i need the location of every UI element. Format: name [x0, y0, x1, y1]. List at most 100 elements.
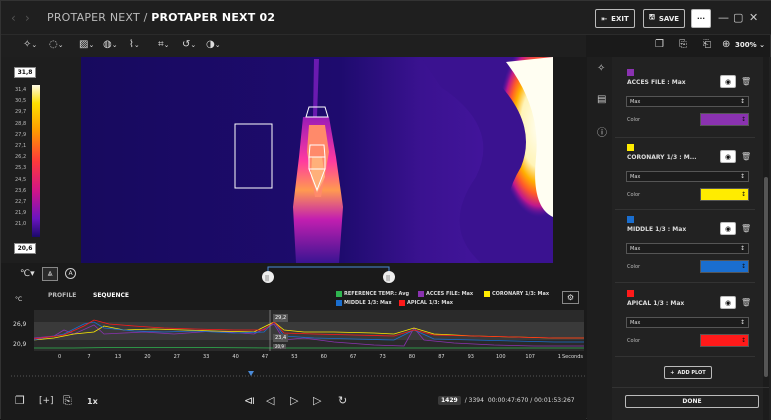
lasso-icon[interactable]: ◌⌄	[49, 39, 64, 50]
roi-name: MIDDLE 1/3 : Max	[627, 226, 687, 233]
scale-tick-label: 24,5	[15, 176, 27, 183]
trash-icon[interactable]: 🗑	[741, 152, 751, 161]
scale-tick-label: 22,7	[15, 199, 27, 205]
trash-icon[interactable]: 🗑	[741, 298, 751, 307]
copy-icon[interactable]: ❐	[655, 39, 664, 50]
trash-icon[interactable]: 🗑	[741, 77, 751, 86]
done-button[interactable]: DONE	[625, 395, 759, 408]
gear-icon[interactable]: ⚙	[562, 291, 579, 304]
step-forward-icon[interactable]: ▷	[313, 394, 321, 407]
add-plot-label: ADD PLOT	[677, 369, 706, 376]
info-icon[interactable]: ⓘ	[597, 124, 607, 139]
crop-icon[interactable]: ⌗⌄	[158, 39, 170, 50]
roi-name: CORONARY 1/3 : M...	[627, 154, 697, 161]
zoom-icon[interactable]: ⊕	[722, 39, 730, 50]
export-icon[interactable]: ⎘	[679, 39, 687, 50]
divider	[615, 356, 755, 357]
select-arrows-icon: ↕	[739, 173, 745, 180]
sequence-plot[interactable]: 29,2 23,4 20,9	[33, 310, 584, 351]
roi-mode-select[interactable]: Max ↕	[626, 171, 749, 182]
time-range-selector[interactable]: || ||	[261, 265, 396, 289]
temperature-scale-panel	[1, 57, 81, 263]
scale-tick-label: 30,5	[15, 98, 27, 105]
rotate-icon[interactable]: ↺⌄	[182, 39, 196, 50]
chevron-right-icon[interactable]: ›	[25, 11, 30, 25]
playback-speed[interactable]: 1x	[87, 397, 98, 406]
scale-max-value[interactable]: 31,8	[14, 67, 36, 78]
tab-profile[interactable]: PROFILE	[48, 292, 76, 299]
x-axis-tick-label: 80	[408, 354, 416, 360]
x-axis-tick-label: 67	[350, 354, 357, 360]
close-icon[interactable]: ✕	[749, 11, 758, 24]
crosshair-icon[interactable]: ✧	[597, 63, 605, 74]
x-axis-tick-label: 0	[58, 354, 62, 360]
divider	[615, 137, 755, 138]
roi-color-picker[interactable]: ↕	[700, 113, 749, 126]
seek-bar[interactable]	[11, 371, 587, 378]
step-back-icon[interactable]: ◁	[266, 394, 274, 407]
scale-tick-label: 21,0	[15, 221, 27, 228]
panel-icon[interactable]: ▤	[597, 94, 606, 105]
zoom-level[interactable]: 300% ⌄	[735, 41, 765, 49]
temperature-mode-icon[interactable]: ℃▾	[20, 269, 35, 279]
maximize-icon[interactable]: ▢	[733, 11, 743, 24]
eye-icon[interactable]: ◉	[720, 296, 736, 309]
roi-color-swatch	[627, 69, 634, 76]
layers-icon[interactable]: ❐	[15, 394, 25, 407]
roi-color-picker[interactable]: ↕	[700, 334, 749, 347]
chevron-left-icon[interactable]: ‹	[11, 11, 16, 25]
scale-min-value[interactable]: 20,6	[14, 243, 36, 254]
measure-icon[interactable]: ⌇⌄	[129, 39, 140, 50]
scale-tick-label: 27,1	[15, 143, 27, 149]
thermal-image[interactable]	[81, 57, 553, 263]
trash-icon[interactable]: 🗑	[741, 224, 751, 233]
play-icon[interactable]: ▷	[290, 394, 298, 407]
eye-icon[interactable]: ◉	[720, 222, 736, 235]
image-adjust-icon[interactable]: ▨⌄	[79, 39, 94, 50]
copy-frame-icon[interactable]: ⎘	[63, 394, 72, 408]
roi-mode-select[interactable]: Max ↕	[626, 96, 749, 107]
eye-icon[interactable]: ◉	[720, 150, 736, 163]
x-axis-tick-label: 27	[173, 354, 180, 360]
x-axis-tick-label: 20	[144, 354, 151, 360]
scale-tick-label: 25,3	[15, 165, 27, 172]
roi-color-label: Color	[627, 117, 641, 123]
skip-start-icon[interactable]: ⧏	[244, 394, 255, 407]
tab-sequence[interactable]: SEQUENCE	[93, 292, 129, 299]
x-axis-tick-label: 53	[291, 354, 298, 360]
roi-mode-select[interactable]: Max ↕	[626, 243, 749, 254]
crosshair-icon[interactable]: ✧⌄	[23, 39, 37, 50]
roi-mode-select[interactable]: Max ↕	[626, 317, 749, 328]
line-chart-icon[interactable]: ⩓	[42, 267, 58, 281]
exit-button[interactable]: ⇤ EXIT	[595, 9, 635, 28]
roi-color-picker[interactable]: ↕	[700, 188, 749, 201]
palette-icon[interactable]: ◍⌄	[103, 39, 118, 50]
select-arrows-icon: ↕	[740, 263, 746, 270]
x-axis-tick-label: 73	[379, 354, 386, 360]
loop-icon[interactable]: ↻	[338, 394, 347, 407]
panel-scrollbar[interactable]	[763, 57, 769, 420]
seek-handle[interactable]	[248, 371, 254, 376]
add-plot-button[interactable]: + ADD PLOT	[664, 366, 712, 379]
minimize-icon[interactable]: —	[718, 11, 729, 24]
scale-tick-label: 31,4	[15, 87, 27, 93]
breadcrumb-parent[interactable]: PROTAPER NEXT	[47, 11, 140, 24]
circle-half-icon[interactable]: ◑⌄	[206, 39, 221, 50]
eye-icon[interactable]: ◉	[720, 75, 736, 88]
legend-item-coronary: CORONARY 1/3: Max	[484, 291, 549, 297]
x-axis-tick-label: 87	[438, 354, 445, 360]
save-button[interactable]: 🖫 SAVE	[643, 9, 685, 28]
current-frame[interactable]: 1429	[438, 396, 461, 405]
legend-swatch	[336, 291, 342, 297]
breadcrumb: PROTAPER NEXT / PROTAPER NEXT 02	[47, 11, 275, 24]
scale-tick-label: 27,9	[15, 131, 27, 138]
document-icon[interactable]: ⎗	[703, 39, 711, 50]
auto-scale-icon[interactable]: A	[65, 268, 76, 279]
frame-counter: 1429 / 3394 00:00:47:670 / 00:01:53:267	[438, 396, 575, 405]
panel-scrollbar-thumb[interactable]	[764, 177, 768, 377]
add-frame-icon[interactable]: [+]	[39, 396, 54, 406]
y-axis-label-top: 26,9	[13, 321, 27, 328]
roi-color-picker[interactable]: ↕	[700, 260, 749, 273]
more-button[interactable]: ···	[691, 9, 711, 28]
roi-name: APICAL 1/3 : Max	[627, 300, 685, 307]
